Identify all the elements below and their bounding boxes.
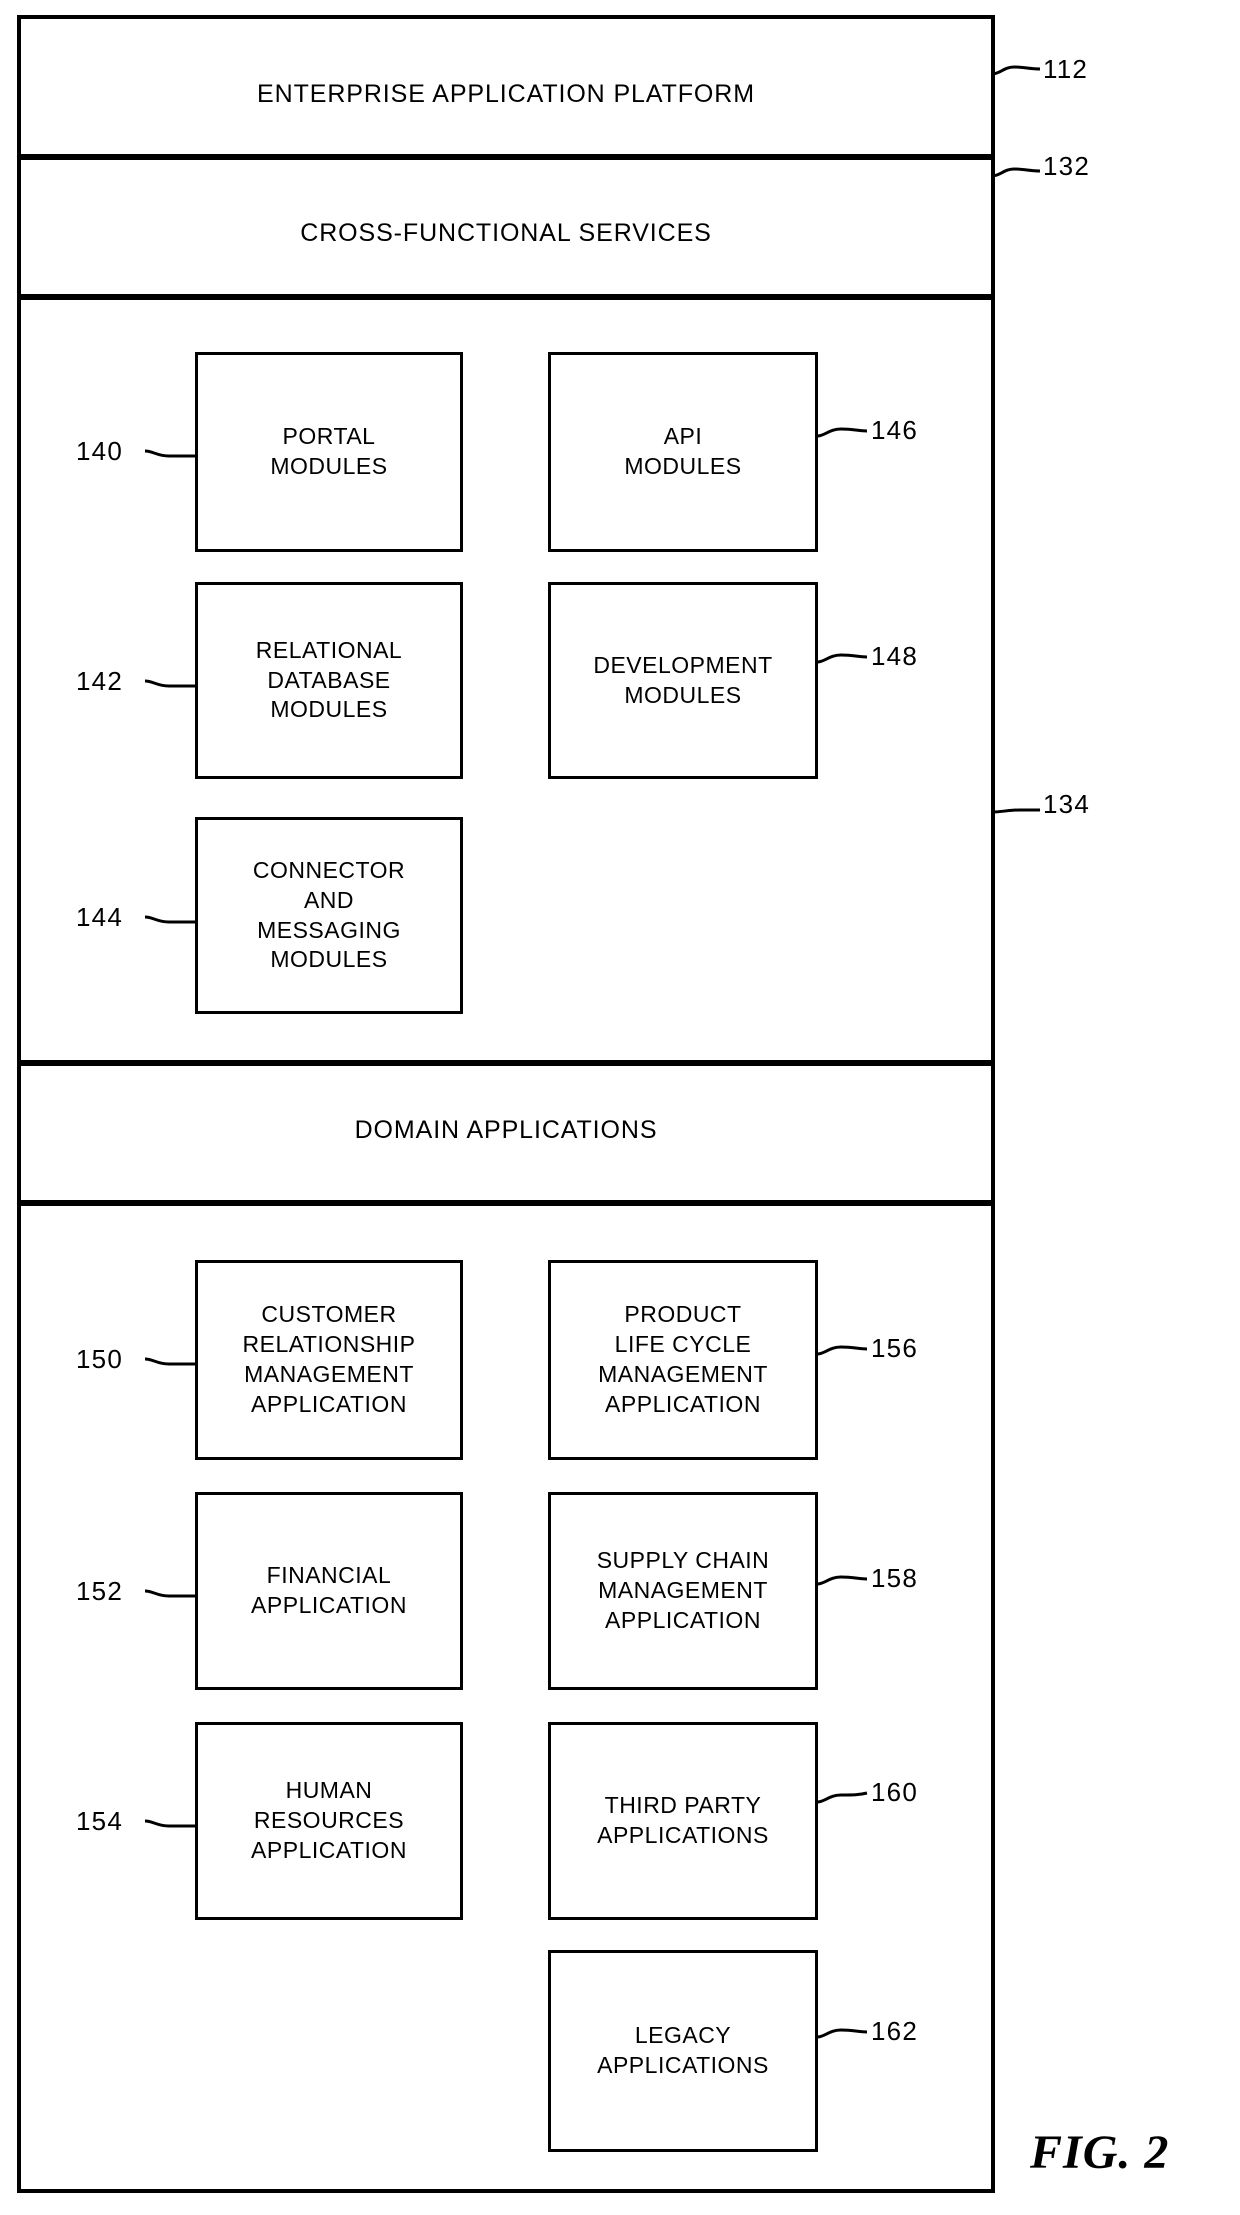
application-label-line: APPLICATION	[251, 1836, 407, 1863]
application-box-third-party-applications[interactable]: THIRD PARTY APPLICATIONS	[548, 1722, 818, 1920]
module-box-connector-and-messaging-modules[interactable]: CONNECTOR AND MESSAGING MODULES	[195, 817, 463, 1014]
reference-numeral-140: 140	[76, 436, 123, 466]
module-box-relational-database-modules[interactable]: RELATIONAL DATABASE MODULES	[195, 582, 463, 779]
reference-numeral-132: 132	[1043, 151, 1090, 181]
application-label-line: APPLICATION	[251, 1390, 407, 1417]
module-label-line: MESSAGING	[257, 916, 401, 943]
application-box-financial-application[interactable]: FINANCIAL APPLICATION	[195, 1492, 463, 1690]
module-box-portal-modules[interactable]: PORTAL MODULES	[195, 352, 463, 552]
band-label-enterprise-application-platform: ENTERPRISE APPLICATION PLATFORM	[257, 80, 755, 108]
leader-line-156	[815, 1340, 869, 1360]
module-label-line: DATABASE	[267, 666, 391, 693]
module-label-line: MODULES	[624, 681, 742, 708]
application-label-line: MANAGEMENT	[598, 1361, 768, 1387]
leader-line-162	[815, 2023, 869, 2043]
module-label-line: MODULES	[624, 453, 742, 479]
leader-line-150	[143, 1350, 197, 1370]
module-label-line: PORTAL	[282, 423, 376, 450]
application-label-line: CUSTOMER	[261, 1301, 397, 1328]
reference-numeral-158: 158	[871, 1563, 918, 1593]
module-box-development-modules[interactable]: DEVELOPMENT MODULES	[548, 582, 818, 779]
reference-numeral-134: 134	[1043, 789, 1090, 819]
enterprise-application-platform-frame	[17, 15, 995, 2193]
application-label-line: RESOURCES	[253, 1807, 405, 1834]
reference-numeral-156: 156	[871, 1333, 918, 1363]
module-label-line: MODULES	[270, 453, 388, 479]
leader-line-142	[143, 672, 197, 692]
band-divider-platform-services	[17, 154, 995, 160]
application-label-line: APPLICATIONS	[597, 1822, 769, 1848]
band-divider-modules-domain	[17, 1060, 995, 1066]
application-label-line: HUMAN	[285, 1777, 373, 1804]
reference-numeral-112: 112	[1043, 54, 1089, 84]
application-label-line: PRODUCT	[624, 1301, 742, 1328]
leader-line-160	[815, 1788, 869, 1808]
leader-line-144	[143, 908, 197, 928]
reference-numeral-148: 148	[871, 641, 918, 671]
leader-line-152	[143, 1582, 197, 1602]
application-box-human-resources-application[interactable]: HUMAN RESOURCES APPLICATION	[195, 1722, 463, 1920]
application-label-line: SUPPLY CHAIN	[596, 1547, 770, 1574]
leader-line-154	[143, 1812, 197, 1832]
reference-numeral-160: 160	[871, 1777, 918, 1807]
application-label-line: APPLICATION	[251, 1592, 407, 1618]
leader-line-134	[990, 800, 1042, 820]
reference-numeral-146: 146	[871, 415, 918, 445]
module-label-line: RELATIONAL	[255, 636, 403, 663]
application-label-line: APPLICATION	[605, 1390, 761, 1417]
figure-caption: FIG. 2	[1030, 2126, 1170, 2179]
module-label-line: DEVELOPMENT	[593, 651, 773, 678]
module-label-line: MODULES	[270, 946, 388, 973]
band-divider-services-modules	[17, 294, 995, 300]
application-box-customer-relationship-management[interactable]: CUSTOMER RELATIONSHIP MANAGEMENT APPLICA…	[195, 1260, 463, 1460]
module-label-line: CONNECTOR	[252, 856, 406, 883]
application-box-supply-chain-management[interactable]: SUPPLY CHAIN MANAGEMENT APPLICATION	[548, 1492, 818, 1690]
application-label-line: MANAGEMENT	[598, 1577, 768, 1604]
band-label-cross-functional-services: CROSS-FUNCTIONAL SERVICES	[300, 219, 712, 247]
leader-line-146	[815, 422, 869, 442]
leader-line-140	[143, 442, 197, 462]
module-label-line: MODULES	[270, 696, 388, 723]
leader-line-148	[815, 648, 869, 668]
application-box-product-life-cycle-management[interactable]: PRODUCT LIFE CYCLE MANAGEMENT APPLICATIO…	[548, 1260, 818, 1460]
application-label-line: MANAGEMENT	[244, 1361, 414, 1387]
application-label-line: LEGACY	[634, 2022, 732, 2049]
application-box-legacy-applications[interactable]: LEGACY APPLICATIONS	[548, 1950, 818, 2152]
module-label-line: API	[663, 423, 703, 450]
reference-numeral-144: 144	[76, 902, 123, 932]
reference-numeral-152: 152	[76, 1576, 123, 1606]
application-label-line: APPLICATIONS	[597, 2052, 769, 2078]
reference-numeral-142: 142	[76, 666, 123, 696]
band-divider-domain-applications	[17, 1200, 995, 1206]
reference-numeral-150: 150	[76, 1344, 123, 1374]
band-label-domain-applications: DOMAIN APPLICATIONS	[354, 1116, 658, 1144]
application-label-line: FINANCIAL	[266, 1562, 392, 1589]
leader-line-112	[990, 60, 1042, 80]
leader-line-158	[815, 1570, 869, 1590]
module-box-api-modules[interactable]: API MODULES	[548, 352, 818, 552]
application-label-line: THIRD PARTY	[604, 1792, 762, 1819]
application-label-line: APPLICATION	[605, 1606, 761, 1633]
module-label-line: AND	[303, 886, 355, 913]
application-label-line: LIFE CYCLE	[614, 1331, 752, 1358]
reference-numeral-154: 154	[76, 1806, 123, 1836]
application-label-line: RELATIONSHIP	[242, 1331, 416, 1358]
leader-line-132	[990, 162, 1042, 182]
patent-figure: ENTERPRISE APPLICATION PLATFORM CROSS-FU…	[0, 0, 1240, 2215]
reference-numeral-162: 162	[871, 2016, 918, 2046]
